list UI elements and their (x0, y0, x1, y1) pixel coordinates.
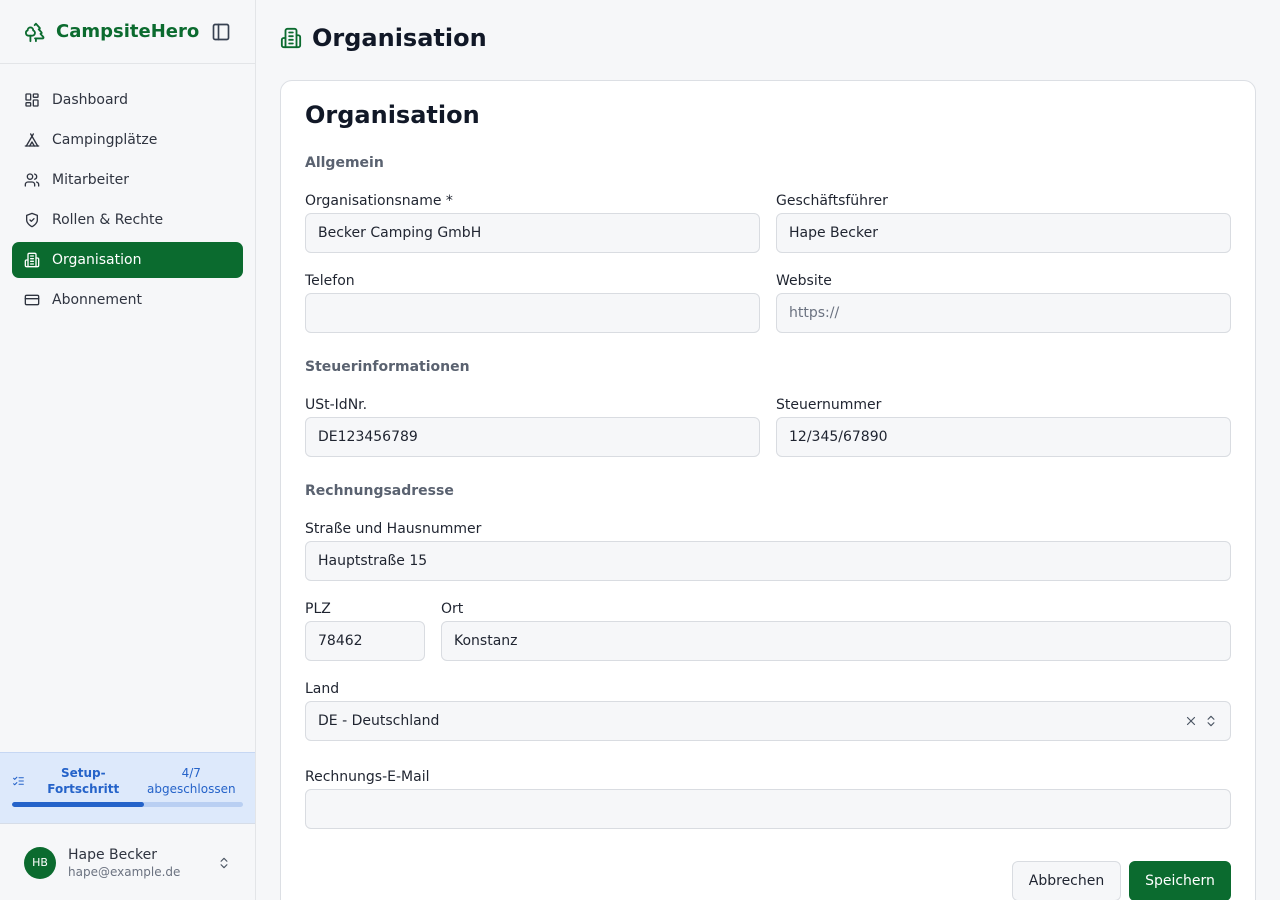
sidebar-toggle-icon[interactable] (211, 22, 231, 42)
user-name: Hape Becker (68, 846, 157, 863)
tax-number-input[interactable] (776, 417, 1231, 457)
sidebar-item-dashboard[interactable]: Dashboard (12, 82, 243, 118)
website-label: Website (776, 273, 832, 289)
cancel-button[interactable]: Abbrechen (1012, 861, 1121, 900)
setup-progress-bar (12, 802, 243, 807)
user-info: Hape Becker hape@example.de (68, 847, 180, 879)
phone-label: Telefon (305, 273, 355, 289)
zip-label: PLZ (305, 601, 331, 617)
country-selected-value: DE - Deutschland (318, 713, 440, 729)
checklist-icon (13, 776, 24, 786)
sidebar-item-label: Organisation (52, 252, 142, 268)
ceo-label: Geschäftsführer (776, 193, 888, 209)
brand-header: CampsiteHero (0, 0, 255, 64)
setup-progress-panel[interactable]: Setup-Fortschritt 4/7 abgeschlossen (0, 752, 255, 824)
credit-card-icon (24, 294, 40, 306)
org-name-input[interactable] (305, 213, 760, 253)
chevrons-up-down-icon (220, 857, 228, 868)
sidebar-item-abonnement[interactable]: Abonnement (12, 282, 243, 318)
section-billing-heading: Rechnungsadresse (305, 483, 454, 499)
building-icon (24, 252, 40, 268)
sidebar-item-label: Rollen & Rechte (52, 212, 164, 228)
user-email: hape@example.de (68, 864, 181, 879)
vat-id-input[interactable] (305, 417, 760, 457)
page-header: Organisation (280, 24, 487, 52)
tax-number-label: Steuernummer (776, 397, 882, 413)
org-name-label: Organisationsname * (305, 193, 453, 209)
billing-email-input[interactable] (305, 789, 1231, 829)
building-icon (280, 27, 302, 49)
ceo-input[interactable] (776, 213, 1231, 253)
save-button[interactable]: Speichern (1129, 861, 1231, 900)
city-input[interactable] (441, 621, 1231, 661)
phone-input[interactable] (305, 293, 760, 333)
website-input[interactable] (776, 293, 1231, 333)
sidebar-item-organisation[interactable]: Organisation (12, 242, 243, 278)
users-icon (24, 173, 40, 187)
sidebar-item-campingplaetze[interactable]: Campingplätze (12, 122, 243, 158)
country-label: Land (305, 681, 340, 697)
setup-title: Setup-Fortschritt (47, 766, 120, 796)
tent-icon (24, 133, 40, 147)
setup-count: 4/7 abgeschlossen (146, 766, 236, 796)
avatar: HB (24, 846, 56, 879)
sidebar-nav: Dashboard Campingplätze Mitarbeiter Roll… (0, 64, 255, 318)
select-controls (1184, 714, 1218, 728)
dashboard-icon (25, 93, 39, 107)
section-general-heading: Allgemein (305, 155, 384, 171)
sidebar-item-rollen-rechte[interactable]: Rollen & Rechte (12, 202, 243, 238)
city-label: Ort (441, 601, 464, 617)
trees-logo-icon (25, 22, 45, 42)
form-title: Organisation (305, 101, 480, 129)
country-select[interactable]: DE - Deutschland (305, 701, 1231, 741)
vat-id-label: USt-IdNr. (305, 397, 368, 413)
chevrons-up-down-icon[interactable] (1204, 714, 1218, 728)
sidebar-item-label: Mitarbeiter (52, 172, 130, 188)
zip-input[interactable] (305, 621, 425, 661)
organisation-form-card: Organisation Allgemein Organisationsname… (280, 80, 1256, 900)
sidebar-item-label: Dashboard (52, 92, 128, 108)
sidebar-item-mitarbeiter[interactable]: Mitarbeiter (12, 162, 243, 198)
clear-x-icon[interactable] (1184, 714, 1198, 728)
app-name: CampsiteHero (56, 21, 200, 42)
section-tax-heading: Steuerinformationen (305, 359, 470, 375)
sidebar-item-label: Campingplätze (52, 132, 158, 148)
street-input[interactable] (305, 541, 1231, 581)
sidebar-item-label: Abonnement (52, 292, 143, 308)
shield-check-icon (26, 212, 38, 228)
street-label: Straße und Hausnummer (305, 521, 482, 537)
sidebar: CampsiteHero Dashboard Campingplätze Mit… (0, 0, 256, 900)
setup-progress-fill (12, 802, 144, 807)
user-menu[interactable]: HB Hape Becker hape@example.de (0, 825, 255, 900)
page-title: Organisation (312, 24, 487, 52)
billing-email-label: Rechnungs-E-Mail (305, 769, 430, 785)
